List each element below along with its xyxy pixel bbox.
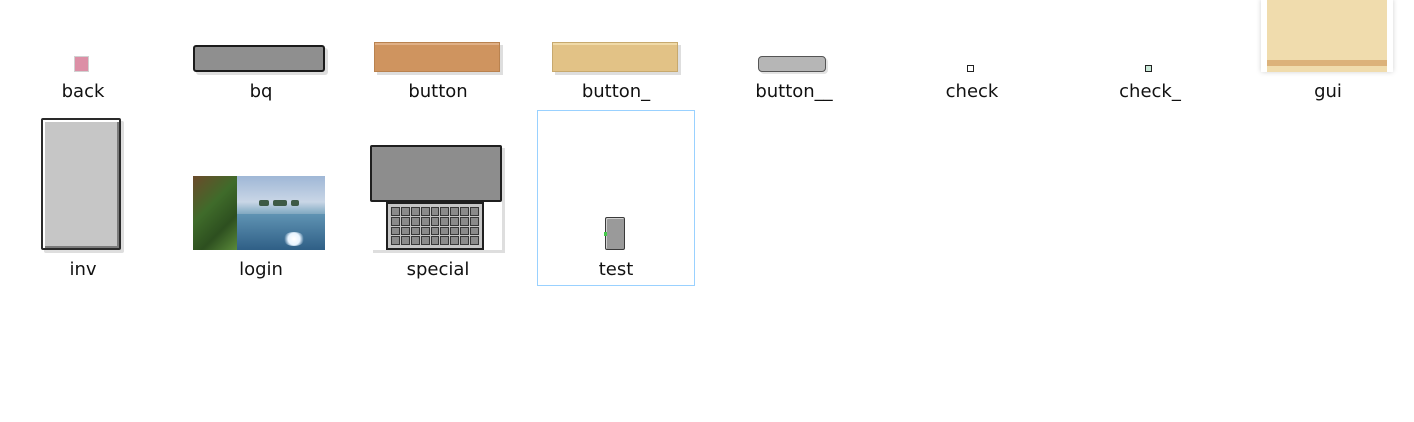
test-thumbnail-marker — [604, 232, 607, 236]
file-item-button_[interactable]: button_ — [539, 0, 693, 110]
file-name-label: button — [408, 81, 468, 102]
file-item-bq[interactable]: bq — [184, 0, 338, 110]
file-item-button__[interactable]: button__ — [717, 0, 871, 110]
check-alt-thumbnail — [1145, 65, 1152, 72]
file-name-label: button_ — [581, 81, 651, 102]
file-name-label: bq — [249, 81, 273, 102]
file-item-test[interactable]: test — [537, 110, 695, 286]
bq-thumbnail — [193, 45, 325, 72]
file-item-gui[interactable]: gui — [1251, 0, 1405, 110]
file-name-label: gui — [1314, 81, 1342, 102]
file-item-button[interactable]: button — [361, 0, 515, 110]
file-name-label: inv — [69, 259, 97, 280]
file-item-check_[interactable]: check_ — [1073, 0, 1227, 110]
login-thumbnail-island — [273, 200, 287, 206]
login-thumbnail — [193, 176, 325, 250]
login-thumbnail-sun-reflection — [283, 232, 305, 246]
button-small-thumbnail — [758, 56, 826, 72]
file-name-label: check_ — [1119, 81, 1181, 102]
back-thumbnail — [74, 56, 89, 72]
button-alt-thumbnail — [552, 42, 678, 72]
gui-thumbnail-band — [1267, 60, 1387, 66]
special-thumbnail-slot-grid — [386, 202, 484, 250]
file-item-back[interactable]: back — [6, 0, 160, 110]
file-item-inv[interactable]: inv — [6, 110, 160, 286]
special-thumbnail — [370, 145, 502, 250]
login-thumbnail-island — [259, 200, 269, 206]
login-thumbnail-island — [291, 200, 299, 206]
inv-thumbnail — [41, 118, 121, 250]
gui-thumbnail — [1261, 0, 1393, 72]
file-name-label: back — [61, 81, 105, 102]
test-thumbnail — [604, 217, 625, 250]
file-name-label: check — [945, 81, 999, 102]
file-item-login[interactable]: login — [184, 110, 338, 286]
file-item-check[interactable]: check — [895, 0, 1049, 110]
file-name-label: test — [598, 259, 634, 280]
special-thumbnail-top-panel — [370, 145, 502, 202]
file-name-label: button__ — [755, 81, 833, 102]
file-name-label: login — [239, 259, 283, 280]
check-thumbnail — [967, 65, 974, 72]
file-name-label: special — [406, 259, 470, 280]
file-icon-view: back bq button button_ button__ check ch… — [0, 0, 1414, 422]
file-item-special[interactable]: special — [361, 110, 515, 286]
login-thumbnail-cliff — [193, 176, 237, 250]
button-thumbnail — [374, 42, 500, 72]
